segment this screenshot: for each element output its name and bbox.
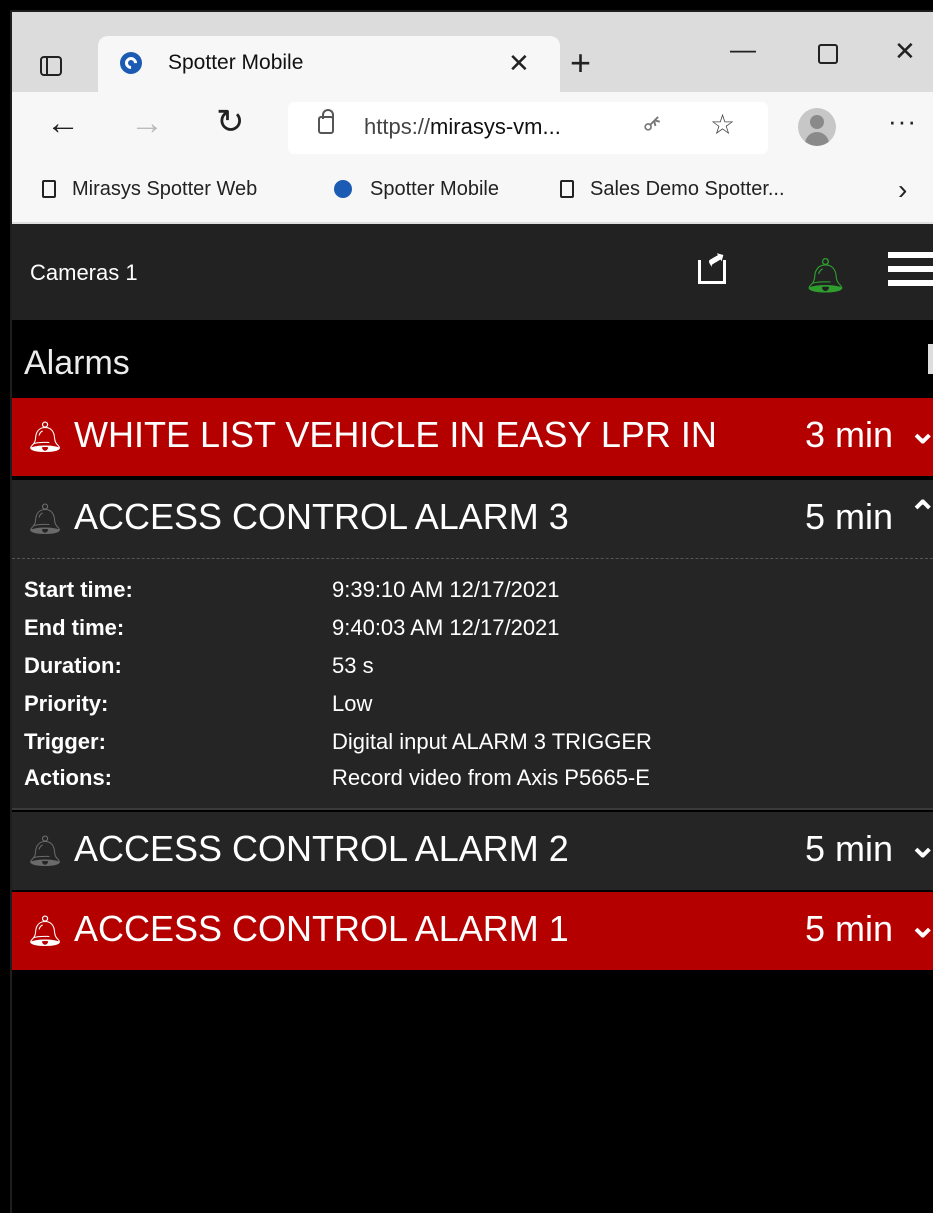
spotter-icon xyxy=(334,180,352,198)
app-header: Cameras 1 🔔︎ xyxy=(12,224,933,320)
camera-title[interactable]: Cameras 1 xyxy=(30,260,138,286)
minimize-icon[interactable]: — xyxy=(730,34,756,65)
bookmark-sales-demo[interactable]: Sales Demo Spotter... xyxy=(560,178,785,201)
chevron-right-icon[interactable]: › xyxy=(898,174,907,206)
more-menu-icon[interactable]: ··· xyxy=(888,106,917,137)
chevron-up-icon[interactable]: ⌃ xyxy=(909,494,933,534)
alarm-name: ACCESS CONTROL ALARM 2 xyxy=(74,828,569,869)
browser-toolbar: ← → ↻ https://mirasys-vm... ⚷ ☆ ··· xyxy=(12,92,933,162)
tab-close-icon[interactable]: ✕ xyxy=(508,48,530,79)
chevron-down-icon[interactable]: ⌄ xyxy=(909,906,933,946)
bell-icon: 🔔︎ xyxy=(26,835,65,868)
alarm-details: Start time: 9:39:10 AM 12/17/2021 End tim… xyxy=(12,558,933,810)
bookmark-spotter-mobile[interactable]: Spotter Mobile xyxy=(334,178,499,201)
page-icon xyxy=(42,180,56,198)
window-close-icon[interactable]: ✕ xyxy=(894,36,916,67)
new-tab-button[interactable]: + xyxy=(570,42,591,84)
spotter-favicon-icon xyxy=(120,52,142,74)
alarm-time: 3 min xyxy=(804,414,893,455)
url-text[interactable]: https://mirasys-vm... xyxy=(364,114,561,140)
chevron-down-icon[interactable]: ⌄ xyxy=(909,826,933,866)
reload-icon[interactable]: ↻ xyxy=(216,102,245,142)
alarm-name: ACCESS CONTROL ALARM 1 xyxy=(74,908,569,949)
bookmarks-bar: Mirasys Spotter Web Spotter Mobile Sales… xyxy=(12,162,933,224)
alarm-time: 5 min xyxy=(804,828,893,869)
alarm-row[interactable]: 🔔︎ ACCESS CONTROL ALARM 2 5 min ⌄ xyxy=(12,812,933,890)
browser-tab[interactable]: Spotter Mobile ✕ xyxy=(98,36,560,92)
page-icon xyxy=(560,180,574,198)
forward-arrow-icon[interactable]: → xyxy=(130,104,164,143)
lock-icon[interactable] xyxy=(318,109,334,134)
profile-avatar[interactable] xyxy=(798,108,836,146)
alarm-row[interactable]: 🔔︎ ACCESS CONTROL ALARM 3 5 min ⌃ xyxy=(12,480,933,558)
share-icon[interactable] xyxy=(698,260,726,284)
key-icon[interactable]: ⚷ xyxy=(637,108,667,138)
bell-icon: 🔔︎ xyxy=(26,915,65,948)
tab-title: Spotter Mobile xyxy=(168,51,304,74)
hamburger-menu-icon[interactable] xyxy=(888,252,933,292)
bell-icon: 🔔︎ xyxy=(26,503,65,536)
alarm-time: 5 min xyxy=(804,496,893,537)
alarms-title: Alarms xyxy=(24,344,130,382)
bookmark-mirasys-spotter-web[interactable]: Mirasys Spotter Web xyxy=(42,178,257,201)
address-bar[interactable]: https://mirasys-vm... ⚷ ☆ xyxy=(288,102,768,154)
tab-bar: Spotter Mobile ✕ + — ✕ xyxy=(12,12,933,92)
alarm-name: ACCESS CONTROL ALARM 3 xyxy=(74,496,569,537)
alarm-time: 5 min xyxy=(804,908,893,949)
alarm-row[interactable]: 🔔︎ WHITE LIST VEHICLE IN EASY LPR IN 3 m… xyxy=(12,398,933,476)
browser-window: Spotter Mobile ✕ + — ✕ ← → ↻ https://mir… xyxy=(10,10,933,1213)
alarm-name: WHITE LIST VEHICLE IN EASY LPR IN xyxy=(74,414,717,455)
alarms-header: Alarms xyxy=(12,320,933,398)
scrollbar[interactable] xyxy=(928,344,933,374)
back-arrow-icon[interactable]: ← xyxy=(46,104,80,143)
add-favorite-icon[interactable]: ☆ xyxy=(710,108,735,141)
alarm-row[interactable]: 🔔︎ ACCESS CONTROL ALARM 1 5 min ⌄ xyxy=(12,892,933,970)
chevron-down-icon[interactable]: ⌄ xyxy=(909,412,933,452)
tab-actions-icon[interactable] xyxy=(32,44,76,88)
maximize-icon[interactable] xyxy=(818,44,838,64)
bell-icon: 🔔︎ xyxy=(26,421,65,454)
alarm-bell-icon[interactable]: 🔔︎ xyxy=(804,256,847,296)
